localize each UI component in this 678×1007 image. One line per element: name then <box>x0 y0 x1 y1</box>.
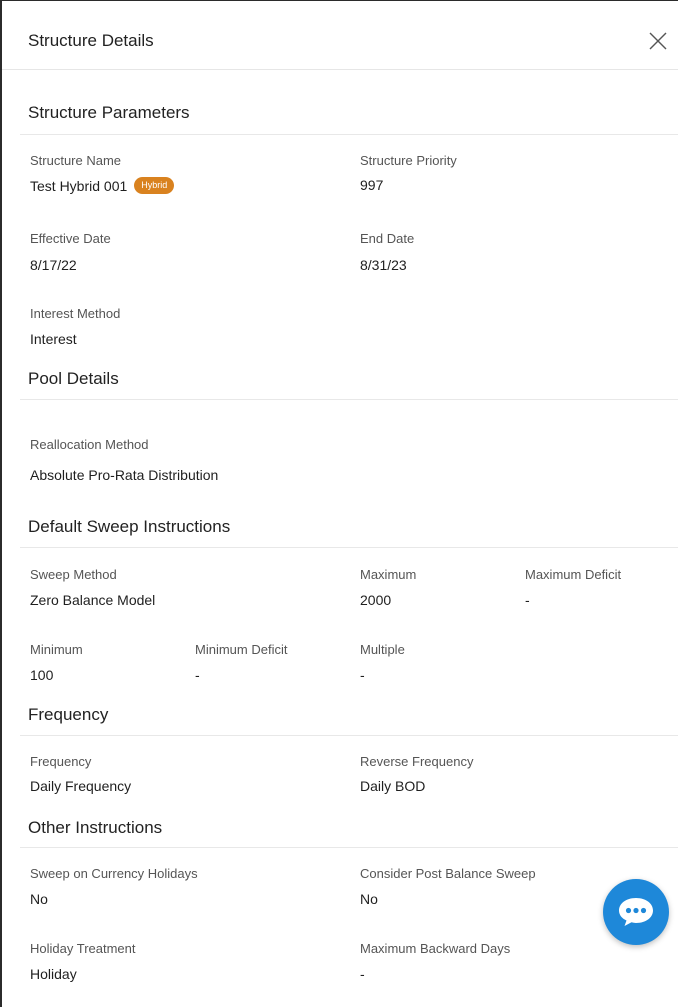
minimum-deficit-value: - <box>195 667 200 683</box>
consider-post-balance-sweep-label: Consider Post Balance Sweep <box>360 866 536 881</box>
structure-details-panel: Structure Details Structure Parameters S… <box>0 0 678 1007</box>
reverse-frequency-label: Reverse Frequency <box>360 754 474 769</box>
multiple-label: Multiple <box>360 642 405 657</box>
close-icon <box>649 32 667 50</box>
sweep-method-label: Sweep Method <box>30 567 117 582</box>
section-title-structure-parameters: Structure Parameters <box>28 103 190 122</box>
minimum-value: 100 <box>30 667 54 683</box>
section-divider <box>20 847 678 848</box>
maximum-deficit-value: - <box>525 592 530 608</box>
section-title-frequency: Frequency <box>28 705 109 724</box>
reverse-frequency-value: Daily BOD <box>360 778 426 794</box>
structure-type-badge: Hybrid <box>134 177 175 194</box>
sweep-on-currency-holidays-label: Sweep on Currency Holidays <box>30 866 198 881</box>
chat-button[interactable] <box>603 879 669 945</box>
sweep-on-currency-holidays-value: No <box>30 891 48 907</box>
maximum-deficit-label: Maximum Deficit <box>525 567 622 582</box>
structure-priority-value: 997 <box>360 177 384 193</box>
minimum-deficit-label: Minimum Deficit <box>195 642 288 657</box>
section-title-pool-details: Pool Details <box>28 369 119 388</box>
reallocation-method-value: Absolute Pro-Rata Distribution <box>30 467 219 483</box>
maximum-backward-days-label: Maximum Backward Days <box>360 941 511 956</box>
section-divider <box>20 399 678 400</box>
maximum-value: 2000 <box>360 592 392 608</box>
structure-name-value: Test Hybrid 001 Hybrid <box>30 177 175 194</box>
holiday-treatment-label: Holiday Treatment <box>30 941 136 956</box>
section-divider <box>20 735 678 736</box>
maximum-backward-days-value: - <box>360 966 365 982</box>
section-title-other-instructions: Other Instructions <box>28 818 163 837</box>
interest-method-label: Interest Method <box>30 306 121 321</box>
frequency-label: Frequency <box>30 754 92 769</box>
consider-post-balance-sweep-value: No <box>360 891 378 907</box>
section-divider <box>20 547 678 548</box>
holiday-treatment-value: Holiday <box>30 966 77 982</box>
chat-bubble-icon <box>619 898 653 926</box>
end-date-value: 8/31/23 <box>360 257 407 273</box>
section-divider <box>20 134 678 135</box>
close-button[interactable] <box>648 31 668 51</box>
frequency-value: Daily Frequency <box>30 778 132 794</box>
structure-name-label: Structure Name <box>30 153 122 168</box>
panel-header: Structure Details <box>2 1 678 70</box>
interest-method-value: Interest <box>30 331 77 347</box>
section-title-default-sweep-instructions: Default Sweep Instructions <box>28 517 231 536</box>
effective-date-label: Effective Date <box>30 231 111 246</box>
sweep-method-value: Zero Balance Model <box>30 592 156 608</box>
minimum-label: Minimum <box>30 642 83 657</box>
effective-date-value: 8/17/22 <box>30 257 77 273</box>
multiple-value: - <box>360 667 365 683</box>
end-date-label: End Date <box>360 231 415 246</box>
maximum-label: Maximum <box>360 567 417 582</box>
structure-priority-label: Structure Priority <box>360 153 457 168</box>
panel-title: Structure Details <box>28 31 154 50</box>
structure-name-text: Test Hybrid 001 <box>30 177 128 194</box>
reallocation-method-label: Reallocation Method <box>30 437 149 452</box>
